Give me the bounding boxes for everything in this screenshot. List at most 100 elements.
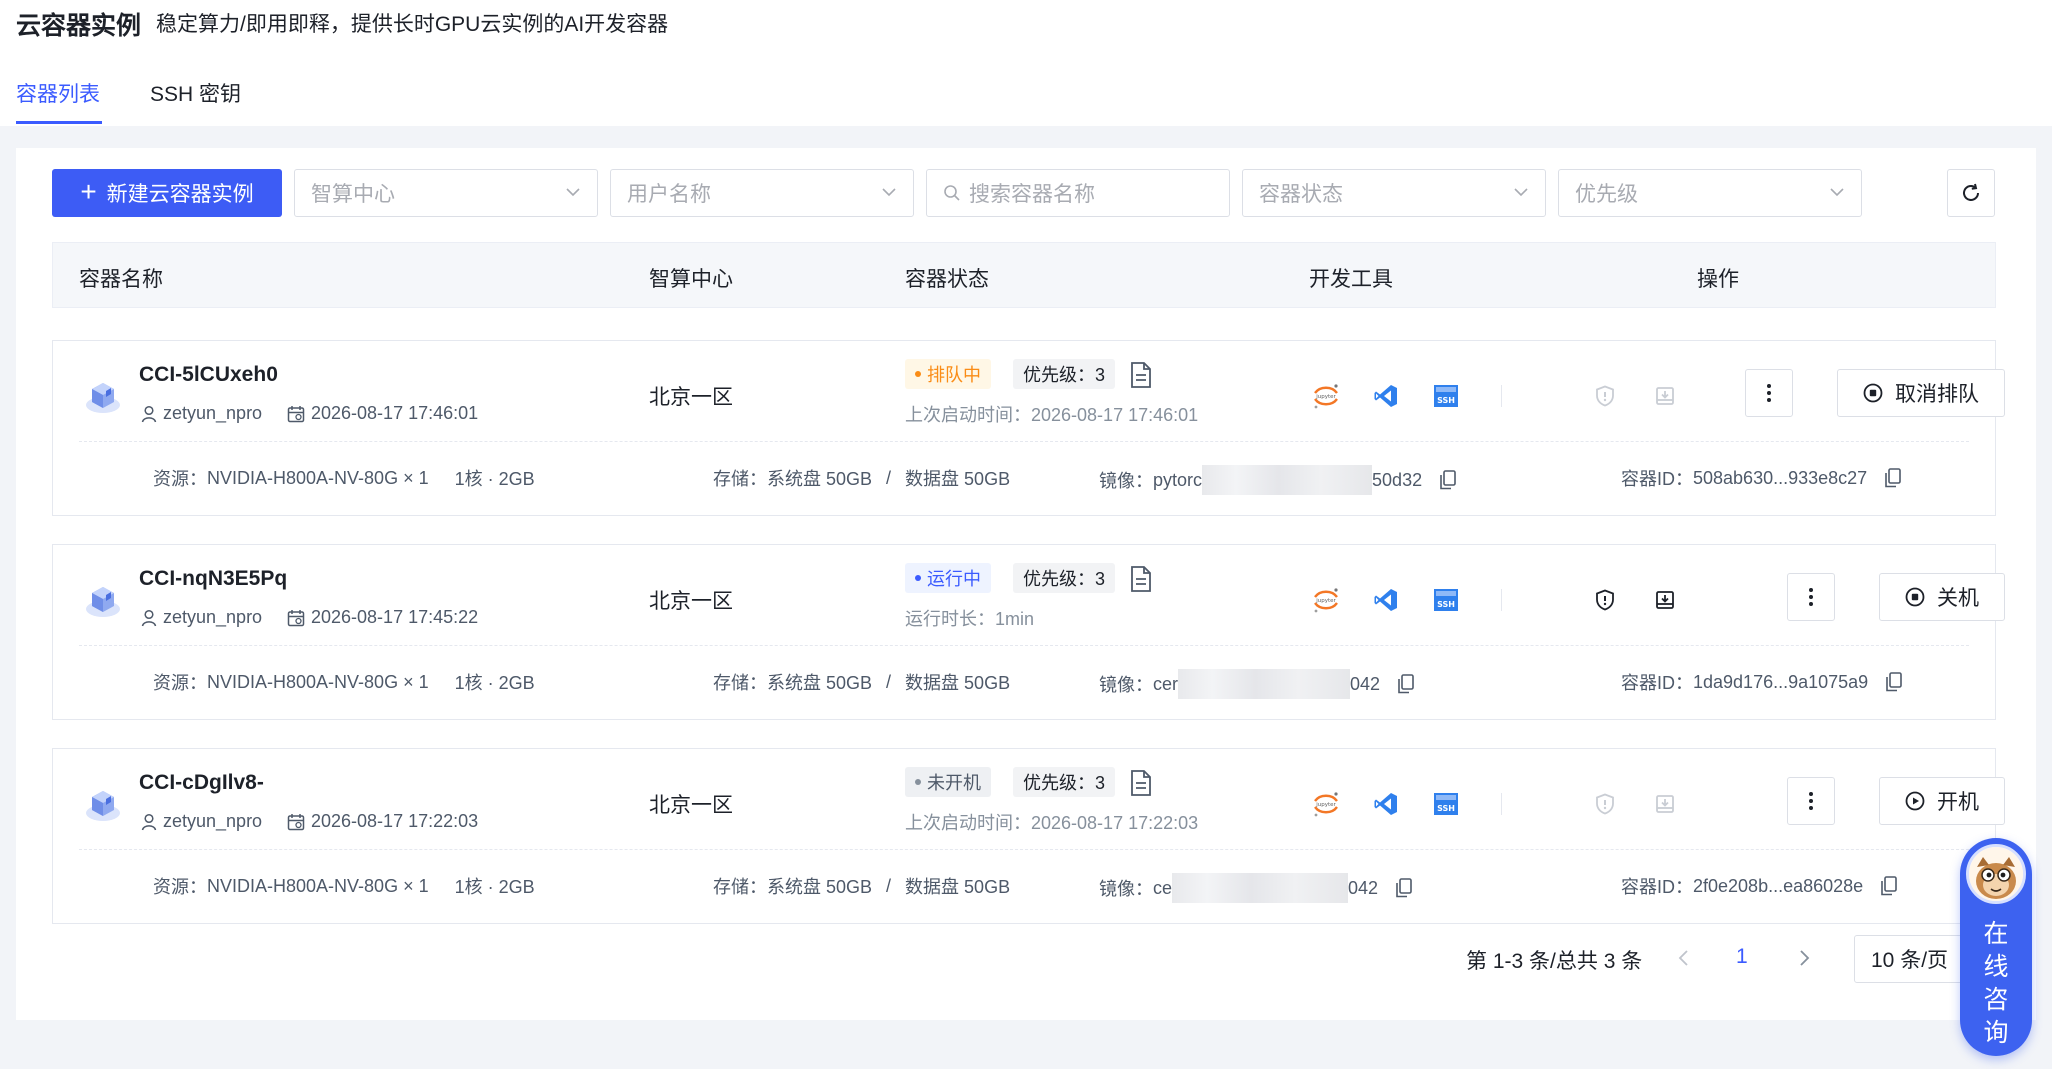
copy-icon[interactable] <box>1398 674 1414 694</box>
consult-label: 在 线 咨 询 <box>1960 918 2032 1050</box>
more-actions-button[interactable] <box>1787 777 1835 825</box>
center-filter-select[interactable]: 智算中心 <box>294 169 598 217</box>
copy-icon[interactable] <box>1885 468 1901 488</box>
storage-separator: / <box>886 467 892 488</box>
search-icon <box>944 185 960 201</box>
copy-icon[interactable] <box>1440 470 1456 490</box>
table-header: 容器名称 智算中心 容器状态 开发工具 操作 <box>52 242 1996 308</box>
more-actions-button[interactable] <box>1745 369 1793 417</box>
ssh-icon[interactable]: SSH <box>1431 381 1461 411</box>
storage-info: 存储： 系统盘 50GB / 数据盘 50GB <box>713 669 1010 695</box>
svg-text:jupyter: jupyter <box>1315 394 1336 400</box>
page-size-select[interactable]: 10 条/页 <box>1854 935 1974 983</box>
tab-ssh-keys[interactable]: SSH 密钥 <box>150 78 241 108</box>
container-id: 508ab630...933e8c27 <box>1693 467 1868 488</box>
image-name-prefix: cer <box>1153 673 1179 694</box>
shield-icon[interactable] <box>1590 585 1620 615</box>
row-action-label: 取消排队 <box>1895 383 1979 406</box>
svg-text:SSH: SSH <box>1437 396 1455 405</box>
status-detail: 运行时长：1min <box>905 609 1035 629</box>
created-time: 2026-08-17 17:46:01 <box>311 403 479 423</box>
status-dot <box>915 371 921 377</box>
cpu-memory: 1核 · 2GB <box>454 877 535 897</box>
storage-label: 存储： <box>713 469 767 489</box>
user-icon <box>141 813 157 830</box>
consult-char: 咨 <box>1983 986 2009 1014</box>
calendar-icon <box>287 813 305 830</box>
play-circle-icon <box>1905 791 1925 811</box>
more-actions-button[interactable] <box>1787 573 1835 621</box>
ssh-icon[interactable]: SSH <box>1431 789 1461 819</box>
redacted-image-name <box>1172 873 1349 903</box>
owner-info: zetyun_npro <box>141 811 262 832</box>
copy-icon[interactable] <box>1886 672 1902 692</box>
save-icon[interactable] <box>1650 381 1680 411</box>
container-id-label: 容器ID： <box>1621 469 1693 489</box>
storage-separator: / <box>886 671 892 692</box>
refresh-button[interactable] <box>1947 169 1995 217</box>
status-filter-placeholder: 容器状态 <box>1259 183 1343 206</box>
row-action-button[interactable]: 开机 <box>1879 777 2005 825</box>
save-icon[interactable] <box>1650 585 1680 615</box>
container-name[interactable]: CCI-nqN3E5Pq <box>139 567 287 591</box>
chevron-left-icon[interactable] <box>1674 947 1694 969</box>
chevron-right-icon[interactable] <box>1794 947 1814 969</box>
owner-username: zetyun_npro <box>163 811 263 831</box>
vscode-icon[interactable] <box>1371 585 1401 615</box>
row-action-button[interactable]: 关机 <box>1879 573 2005 621</box>
copy-icon[interactable] <box>1881 876 1897 896</box>
page-number-button[interactable]: 1 <box>1736 945 1748 969</box>
table-row: CCI-nqN3E5Pq zetyun_npro 2026-08-17 17:4… <box>52 544 2005 720</box>
data-disk: 数据盘 50GB <box>905 469 1011 489</box>
chevron-down-icon <box>1830 188 1844 197</box>
column-header: 操作 <box>1697 268 1739 291</box>
owner-username: zetyun_npro <box>163 403 263 423</box>
container-name[interactable]: CCI-5lCUxeh0 <box>139 363 278 387</box>
online-consult-button[interactable]: 在 线 咨 询 <box>1960 838 2032 1056</box>
column-header: 智算中心 <box>649 268 733 291</box>
container-id-info: 容器ID： 508ab630...933e8c27 <box>1621 465 1901 491</box>
consult-char: 线 <box>1983 953 2009 981</box>
status-filter-select[interactable]: 容器状态 <box>1242 169 1546 217</box>
container-name[interactable]: CCI-cDgIlv8- <box>139 771 264 795</box>
svg-text:jupyter: jupyter <box>1315 598 1336 604</box>
compute-center: 北京一区 <box>649 590 733 613</box>
svg-text:SSH: SSH <box>1437 804 1455 813</box>
created-info: 2026-08-17 17:46:01 <box>287 403 478 424</box>
tab-container-list[interactable]: 容器列表 <box>16 78 100 108</box>
document-icon[interactable] <box>1129 769 1153 797</box>
data-disk: 数据盘 50GB <box>905 877 1011 897</box>
shield-icon[interactable] <box>1590 789 1620 819</box>
status-text: 排队中 <box>927 365 981 385</box>
copy-icon[interactable] <box>1396 878 1412 898</box>
new-instance-button[interactable]: + 新建云容器实例 <box>52 169 282 217</box>
status-badge: 排队中 <box>905 359 991 389</box>
document-icon[interactable] <box>1129 565 1153 593</box>
vscode-icon[interactable] <box>1371 381 1401 411</box>
jupyter-icon[interactable]: jupyter <box>1311 381 1341 411</box>
row-action-button[interactable]: 取消排队 <box>1837 369 2005 417</box>
jupyter-icon[interactable]: jupyter <box>1311 585 1341 615</box>
ssh-icon[interactable]: SSH <box>1431 585 1461 615</box>
plus-icon: + <box>80 176 97 207</box>
vscode-icon[interactable] <box>1371 789 1401 819</box>
container-id-label: 容器ID： <box>1621 673 1693 693</box>
owner-info: zetyun_npro <box>141 403 262 424</box>
image-name-suffix: 50d32 <box>1372 469 1423 490</box>
data-disk: 数据盘 50GB <box>905 673 1011 693</box>
jupyter-icon[interactable]: jupyter <box>1311 789 1341 819</box>
container-id: 1da9d176...9a1075a9 <box>1693 671 1869 692</box>
save-icon[interactable] <box>1650 789 1680 819</box>
priority-filter-select[interactable]: 优先级 <box>1558 169 1862 217</box>
priority-badge: 优先级：3 <box>1013 563 1116 593</box>
gpu-resource: NVIDIA-H800A-NV-80G × 1 <box>207 875 429 896</box>
calendar-icon <box>287 405 305 422</box>
svg-text:SSH: SSH <box>1437 600 1455 609</box>
priority-badge: 优先级：3 <box>1013 359 1116 389</box>
document-icon[interactable] <box>1129 361 1153 389</box>
storage-separator: / <box>886 875 892 896</box>
user-filter-select[interactable]: 用户名称 <box>610 169 914 217</box>
search-input[interactable]: 搜索容器名称 <box>926 169 1230 217</box>
system-disk: 系统盘 50GB <box>767 673 873 693</box>
shield-icon[interactable] <box>1590 381 1620 411</box>
